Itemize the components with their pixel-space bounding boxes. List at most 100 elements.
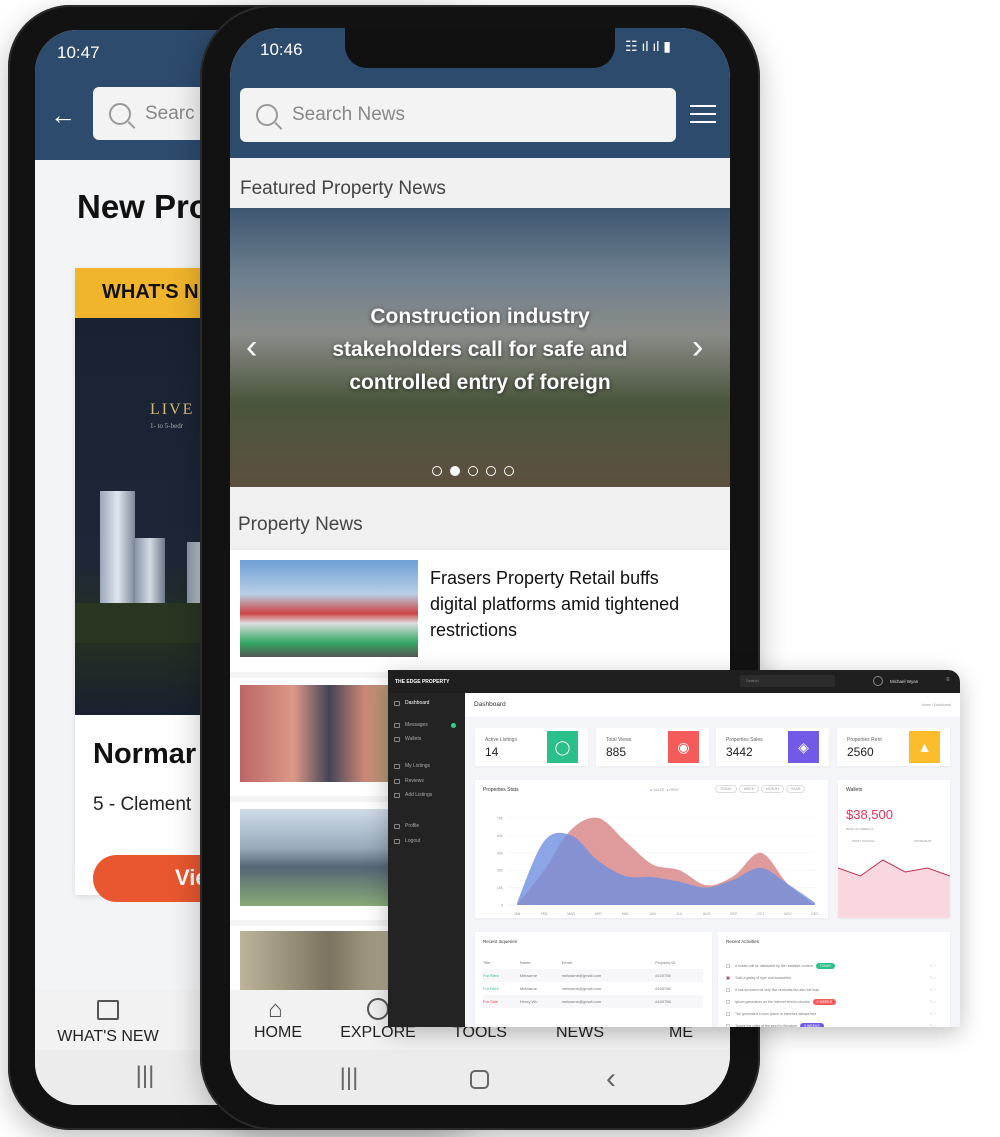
checkbox[interactable] — [726, 1024, 730, 1027]
sidebar-item-profile[interactable]: Profile — [394, 823, 419, 829]
inquiries-table: Title Name Email Property ID For Rent Melwarn… — [483, 956, 703, 1008]
activity-item[interactable]: Took a galley of type and scrambled ✎ ○ — [726, 972, 942, 984]
legend-sales: SALES — [653, 788, 665, 792]
sidebar-item-add-listings[interactable]: Add Listings — [394, 792, 432, 798]
edit-icon[interactable]: ✎ ○ — [930, 976, 936, 980]
activity-item[interactable]: It has survived not only five centuries … — [726, 984, 942, 996]
carousel-dot[interactable] — [450, 466, 460, 476]
table-cell: melwarne@gmail.com — [561, 999, 602, 1004]
title-bar: Dashboard Home / Dashboard — [465, 693, 960, 717]
eye-icon: ◉ — [668, 731, 699, 763]
checkbox[interactable] — [726, 964, 730, 968]
nav-home[interactable]: HOME — [254, 1024, 302, 1042]
table-cell: For Rent — [483, 973, 499, 978]
filter-year[interactable]: YEAR — [785, 785, 806, 793]
brand-logo: THE EDGE PROPERTY — [395, 679, 450, 685]
carousel-prev-icon[interactable]: ‹ — [246, 328, 257, 367]
nav-whats-new[interactable]: WHAT'S NEW — [57, 1028, 158, 1046]
sidebar-item-reviews[interactable]: Reviews — [394, 778, 424, 784]
stat-card: Properties Rent 2560 ▲ — [837, 728, 950, 766]
carousel-dot[interactable] — [504, 466, 514, 476]
stat-card: Active Listings 14 ◯ — [475, 728, 588, 766]
dashboard-window: THE EDGE PROPERTY Search Michael Wyan ≡ … — [388, 670, 960, 1027]
search-input[interactable]: Search News — [240, 88, 676, 142]
table-cell: melwarne@gmail.com — [561, 973, 602, 978]
status-time: 10:47 — [57, 43, 100, 62]
carousel-dot[interactable] — [468, 466, 478, 476]
activity-item[interactable]: Taught the cities of the word to literat… — [726, 1020, 942, 1027]
x-tick-label: JUL — [676, 912, 682, 916]
whats-new-icon[interactable] — [97, 1000, 119, 1020]
news-item[interactable]: Frasers Property Retail buffs digital pl… — [230, 550, 730, 672]
carousel-dot[interactable] — [486, 466, 496, 476]
x-tick-label: APR — [595, 912, 603, 916]
activity-item[interactable]: Ipsum generators on the Internet tend to… — [726, 996, 942, 1008]
filter-week[interactable]: WEEK — [738, 785, 760, 793]
sidebar-item-wallets[interactable]: Wallets — [394, 736, 421, 742]
checkbox[interactable] — [726, 988, 730, 992]
sidebar-item-dashboard[interactable]: Dashboard — [394, 700, 429, 706]
wallet-amount: $38,500 — [846, 807, 893, 822]
avatar[interactable] — [873, 676, 883, 686]
statement-link[interactable]: STATEMENT — [914, 839, 932, 843]
menu-icon[interactable] — [690, 105, 716, 123]
table-row[interactable]: For Sale Henry Wu melwarne@gmail.com #10075… — [483, 995, 703, 1008]
page-title: New Pro — [77, 188, 210, 225]
chart-legend: ● SALES ● RENT — [650, 788, 679, 792]
back-icon[interactable]: ‹ — [606, 1062, 616, 1096]
chart-filters: TODAY WEEK MONTH YEAR — [713, 785, 806, 793]
filter-month[interactable]: MONTH — [761, 785, 784, 793]
recent-apps-icon[interactable]: ||| — [340, 1064, 359, 1092]
activity-item[interactable]: A reader will be distracted by the reada… — [726, 960, 942, 972]
carousel-next-icon[interactable]: › — [692, 328, 703, 367]
stat-label: Properties Sales — [726, 737, 763, 743]
featured-carousel[interactable]: Construction industry stakeholders call … — [230, 208, 730, 487]
table-cell: For Sale — [483, 999, 499, 1004]
sidebar-icon — [394, 823, 400, 829]
home-button-icon[interactable] — [470, 1070, 489, 1089]
properties-stats-card: Properties Stats ● SALES ● RENT TODAY WEE… — [475, 780, 828, 918]
recent-apps-icon[interactable]: ||| — [136, 1062, 155, 1090]
carousel-dot[interactable] — [432, 466, 442, 476]
stat-value: 2560 — [847, 745, 874, 759]
home-icon[interactable]: ⌂ — [268, 996, 283, 1024]
search-icon — [256, 104, 278, 126]
sidebar-label: Dashboard — [405, 700, 430, 706]
sidebar-label: Add Listings — [405, 792, 433, 798]
table-cell: Melwarne — [519, 973, 538, 978]
inquiries-title: Recent Inqueries — [483, 939, 518, 944]
x-tick-label: SEP — [730, 912, 738, 916]
filter-today[interactable]: TODAY — [715, 785, 737, 793]
sidebar-item-logout[interactable]: Logout — [394, 838, 420, 844]
table-row[interactable]: For Rent Melwarne melwarne@gmail.com #10075… — [483, 969, 703, 982]
activity-item[interactable]: The generated Lorem Ipsum is therefore a… — [726, 1008, 942, 1020]
edit-icon[interactable]: ✎ ○ — [930, 988, 936, 992]
sidebar-icon — [394, 763, 400, 769]
image-subtext: 1- to 5-bedr — [150, 422, 184, 430]
table-cell: melwarne@gmail.com — [561, 986, 602, 991]
activity-text: Taught the cities of the word to literat… — [735, 1024, 798, 1027]
user-name[interactable]: Michael Wyan — [890, 679, 918, 684]
edit-icon[interactable]: ✎ ○ — [930, 1000, 936, 1004]
edit-icon[interactable]: ✎ ○ — [930, 1024, 936, 1027]
print-invoice-link[interactable]: PRINT INVOICE — [852, 839, 874, 843]
dashboard-search[interactable]: Search — [740, 675, 835, 687]
activity-text: A reader will be distracted by the reada… — [735, 964, 813, 968]
search-placeholder: Searc — [145, 102, 195, 124]
notch — [345, 28, 615, 68]
checkbox[interactable] — [726, 1012, 730, 1016]
featured-caption[interactable]: Construction industry stakeholders call … — [310, 300, 650, 399]
sidebar-item-my-listings[interactable]: My Listings — [394, 763, 430, 769]
checkbox[interactable] — [726, 1000, 730, 1004]
menu-icon[interactable]: ≡ — [946, 677, 950, 683]
explore-icon[interactable] — [367, 998, 389, 1020]
edit-icon[interactable]: ✎ ○ — [930, 964, 936, 968]
checkbox[interactable] — [726, 976, 730, 980]
sidebar-label: Wallets — [405, 736, 422, 742]
sidebar-item-messages[interactable]: Messages — [394, 722, 456, 728]
edit-icon[interactable]: ✎ ○ — [930, 1012, 936, 1016]
column-header: Property ID — [655, 960, 676, 965]
dashboard-topbar: THE EDGE PROPERTY Search Michael Wyan ≡ — [388, 670, 960, 693]
table-row[interactable]: For Rent Melwarne melwarne@gmail.com #10075… — [483, 982, 703, 995]
back-arrow-icon[interactable]: ← — [50, 100, 76, 131]
